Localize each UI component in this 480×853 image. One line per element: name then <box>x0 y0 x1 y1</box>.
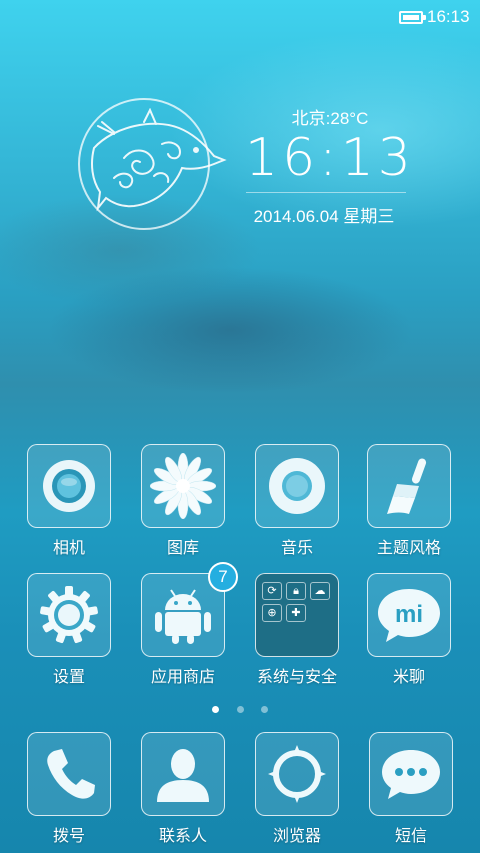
refresh-icon: ⟳ <box>262 582 282 600</box>
contact-icon <box>157 749 209 802</box>
app-label: 相机 <box>52 540 85 557</box>
music-ring-icon <box>269 458 325 514</box>
page-dot-3[interactable] <box>260 706 268 713</box>
app-settings[interactable]: 设置 <box>14 573 124 687</box>
lock-icon: 🔒︎ <box>286 582 306 600</box>
app-michat[interactable]: mi 米聊 <box>354 573 464 687</box>
cloud-icon: ☁ <box>310 582 330 600</box>
clock-divider <box>246 192 406 193</box>
status-time: 16:13 <box>427 7 470 26</box>
browser-icon <box>268 745 326 803</box>
michat-app-tile[interactable]: mi <box>367 573 451 657</box>
messages-app-tile[interactable] <box>369 732 453 816</box>
folder-tile[interactable]: ⟳ 🔒︎ ☁ ⊕ ✚ <box>255 573 339 657</box>
gallery-app-tile[interactable] <box>141 444 225 528</box>
dock-phone[interactable]: 拨号 <box>14 732 124 846</box>
camera-icon <box>43 460 95 512</box>
dock-browser[interactable]: 浏览器 <box>242 732 352 846</box>
app-label: 米聊 <box>392 669 425 686</box>
app-label: 联系人 <box>158 828 207 845</box>
browser-app-tile[interactable] <box>255 732 339 816</box>
brush-icon <box>387 458 427 514</box>
page-indicator[interactable] <box>0 698 480 717</box>
page-dot-1[interactable] <box>212 706 220 713</box>
app-label: 设置 <box>52 669 85 686</box>
status-bar: 16:13 <box>0 0 480 36</box>
camera-app-tile[interactable] <box>27 444 111 528</box>
dolphin-icon <box>91 108 227 212</box>
themes-app-tile[interactable] <box>367 444 451 528</box>
app-gallery[interactable]: 图库 <box>128 444 238 558</box>
music-app-tile[interactable] <box>255 444 339 528</box>
android-icon <box>155 589 211 644</box>
gear-icon <box>40 586 98 644</box>
plus-icon: ✚ <box>286 604 306 622</box>
settings-app-tile[interactable] <box>27 573 111 657</box>
app-camera[interactable]: 相机 <box>14 444 124 558</box>
message-icon <box>382 750 440 799</box>
folder-system-security[interactable]: ⟳ 🔒︎ ☁ ⊕ ✚ 系统与安全 <box>242 573 352 687</box>
weather-text: 北京:28°C <box>291 109 369 128</box>
clock-date: 2014.06.04 星期三 <box>253 207 395 226</box>
folder-icon: ⟳ 🔒︎ ☁ ⊕ ✚ <box>262 582 334 622</box>
app-label: 拨号 <box>52 828 85 845</box>
page-dot-2[interactable] <box>236 706 244 713</box>
store-app-tile[interactable]: 7 <box>141 562 238 657</box>
clock-time: 16:13 <box>245 128 415 188</box>
app-themes[interactable]: 主题风格 <box>354 444 464 558</box>
app-music[interactable]: 音乐 <box>242 444 352 558</box>
contacts-app-tile[interactable] <box>141 732 225 816</box>
app-label: 浏览器 <box>272 828 321 845</box>
phone-icon <box>47 749 95 799</box>
app-label: 图库 <box>166 540 199 557</box>
app-label: 短信 <box>394 828 427 845</box>
app-label: 应用商店 <box>150 669 215 686</box>
target-icon: ⊕ <box>262 604 282 622</box>
app-store[interactable]: 7 应用商店 <box>128 562 238 687</box>
notification-badge: 7 <box>208 562 238 592</box>
app-label: 主题风格 <box>376 540 441 557</box>
phone-app-tile[interactable] <box>27 732 111 816</box>
gallery-flower-icon <box>150 453 216 519</box>
svg-text:mi: mi <box>395 601 423 628</box>
dock-contacts[interactable]: 联系人 <box>128 732 238 846</box>
mi-chat-icon: mi <box>378 589 440 642</box>
dock-messages[interactable]: 短信 <box>356 732 466 846</box>
app-label: 音乐 <box>280 540 313 557</box>
battery-icon <box>399 11 426 24</box>
app-label: 系统与安全 <box>256 669 337 686</box>
